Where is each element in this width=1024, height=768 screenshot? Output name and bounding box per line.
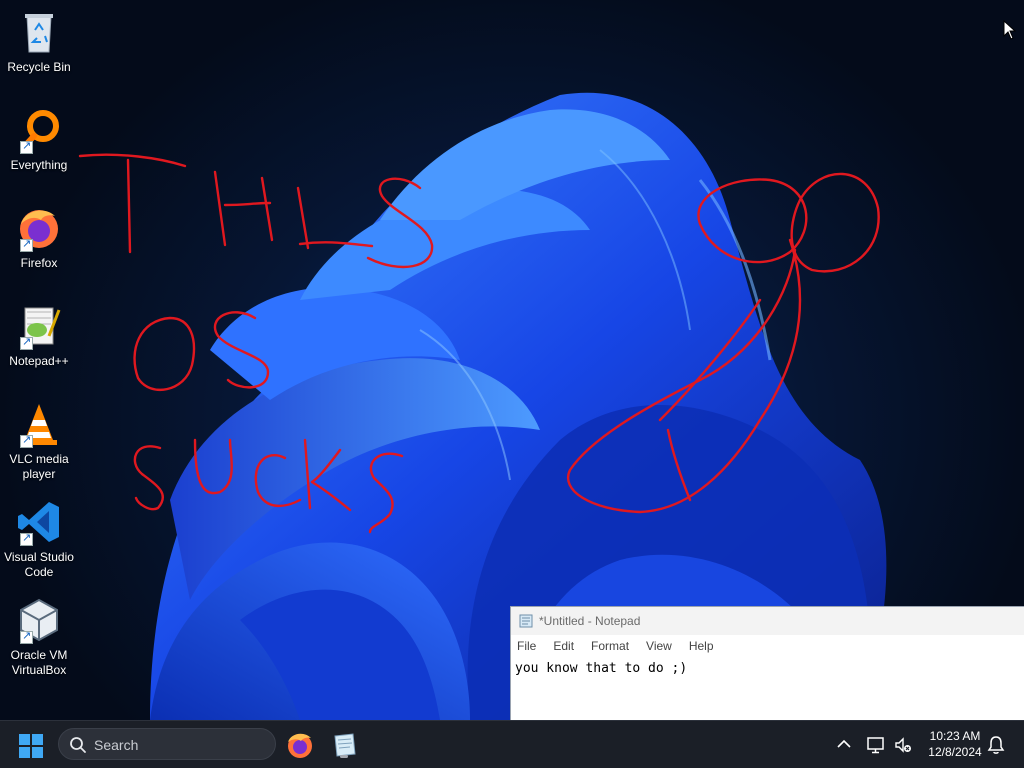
windows-logo-icon bbox=[19, 734, 43, 758]
notepadpp-icon bbox=[15, 302, 63, 350]
search-label: Search bbox=[94, 737, 139, 753]
mouse-cursor-icon bbox=[1003, 20, 1017, 40]
menu-view[interactable]: View bbox=[646, 639, 672, 653]
notepadpp-shortcut[interactable]: Notepad++ bbox=[0, 302, 78, 369]
volume-muted-icon[interactable] bbox=[893, 735, 913, 755]
notepad-window[interactable]: *Untitled - Notepad File Edit Format Vie… bbox=[510, 606, 1024, 720]
notepad-icon bbox=[519, 614, 533, 628]
notepadpp-label: Notepad++ bbox=[9, 354, 69, 368]
taskbar-search-box[interactable]: Search bbox=[58, 728, 276, 760]
start-button[interactable] bbox=[18, 733, 44, 759]
recycle-bin-shortcut[interactable]: Recycle Bin bbox=[0, 8, 78, 75]
notification-bell-icon[interactable] bbox=[987, 735, 1005, 755]
vscode-shortcut[interactable]: Visual Studio Code bbox=[0, 498, 78, 580]
shortcut-arrow-icon bbox=[20, 335, 33, 350]
desktop[interactable]: Recycle Bin Everything Firefox bbox=[0, 0, 1024, 720]
vlc-shortcut[interactable]: VLC media player bbox=[0, 400, 78, 482]
vlc-cone-icon bbox=[15, 400, 63, 448]
vscode-label: Visual Studio Code bbox=[4, 550, 74, 579]
menu-file[interactable]: File bbox=[517, 639, 536, 653]
firefox-label: Firefox bbox=[20, 256, 58, 270]
shortcut-arrow-icon bbox=[20, 433, 33, 448]
everything-shortcut[interactable]: Everything bbox=[0, 106, 78, 173]
recycle-bin-label: Recycle Bin bbox=[7, 60, 71, 74]
taskbar-notepad[interactable] bbox=[328, 729, 360, 761]
clock-time: 10:23 AM bbox=[929, 729, 981, 743]
everything-search-icon bbox=[15, 106, 63, 154]
running-indicator bbox=[340, 755, 348, 758]
network-icon[interactable] bbox=[866, 735, 886, 755]
virtualbox-icon bbox=[15, 596, 63, 644]
menu-format[interactable]: Format bbox=[591, 639, 629, 653]
shortcut-arrow-icon bbox=[20, 237, 33, 252]
search-icon bbox=[70, 737, 86, 753]
clock-date: 12/8/2024 bbox=[928, 745, 982, 759]
notepad-titlebar[interactable]: *Untitled - Notepad bbox=[511, 607, 1024, 635]
virtualbox-label: Oracle VM VirtualBox bbox=[10, 648, 68, 677]
firefox-icon bbox=[15, 204, 63, 252]
virtualbox-shortcut[interactable]: Oracle VM VirtualBox bbox=[0, 596, 78, 678]
shortcut-arrow-icon bbox=[20, 629, 33, 644]
menu-edit[interactable]: Edit bbox=[553, 639, 574, 653]
taskbar: Search 10:23 AM 12/8/2024 bbox=[0, 720, 1024, 768]
chevron-up-icon[interactable] bbox=[836, 736, 852, 752]
everything-label: Everything bbox=[10, 158, 68, 172]
notepad-text-area[interactable]: you know that to do ;) bbox=[511, 657, 1024, 680]
recycle-bin-icon bbox=[15, 8, 63, 56]
firefox-icon bbox=[288, 733, 312, 758]
menu-help[interactable]: Help bbox=[689, 639, 714, 653]
vscode-icon bbox=[15, 498, 63, 546]
shortcut-arrow-icon bbox=[20, 531, 33, 546]
taskbar-clock[interactable]: 10:23 AM 12/8/2024 bbox=[920, 728, 990, 760]
taskbar-firefox[interactable] bbox=[284, 729, 316, 761]
notepad-menubar: File Edit Format View Help bbox=[511, 635, 1024, 657]
vlc-label: VLC media player bbox=[9, 452, 69, 481]
notepad-title: *Untitled - Notepad bbox=[539, 614, 641, 628]
shortcut-arrow-icon bbox=[20, 139, 33, 154]
firefox-shortcut[interactable]: Firefox bbox=[0, 204, 78, 271]
